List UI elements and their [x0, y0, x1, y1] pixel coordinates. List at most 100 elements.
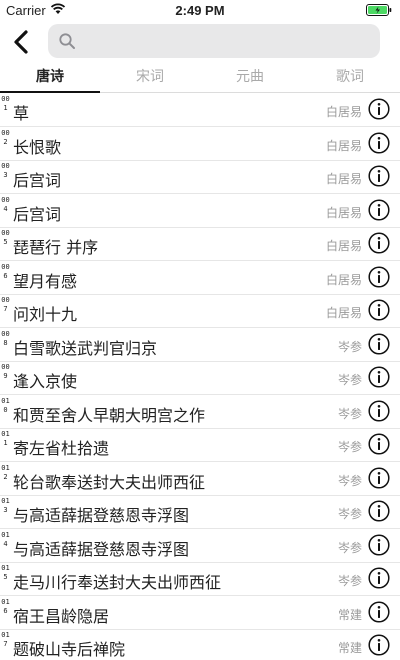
poem-index: 016 [1, 597, 10, 615]
search-input[interactable] [82, 24, 376, 60]
tab-tang-poems[interactable]: 唐诗 [0, 64, 100, 92]
poem-index: 015 [1, 564, 10, 581]
poem-row[interactable]: 012 轮台歌奉送封大夫出师西征 岑参 [0, 462, 400, 496]
poem-index: 009 [1, 363, 10, 380]
chevron-left-icon [14, 30, 28, 54]
poem-author: 白居易 [325, 306, 362, 320]
poem-row[interactable]: 006 望月有感 白居易 [0, 261, 400, 295]
poem-title: 逢入京使 [13, 372, 78, 391]
poem-index: 013 [1, 497, 10, 514]
poem-index: 008 [1, 329, 10, 347]
info-icon[interactable] [368, 165, 390, 187]
poem-author: 岑参 [337, 339, 362, 354]
info-icon[interactable] [368, 232, 390, 254]
poem-author: 岑参 [337, 373, 362, 387]
poem-title: 长恨歌 [13, 137, 62, 157]
category-tabs: 唐诗 宋词 元曲 歌词 [0, 64, 400, 93]
info-icon[interactable] [368, 500, 390, 522]
info-icon[interactable] [368, 131, 390, 154]
back-button[interactable] [8, 26, 34, 58]
poem-author: 白居易 [325, 239, 362, 253]
info-icon[interactable] [368, 567, 390, 589]
tab-yuan-qu[interactable]: 元曲 [200, 64, 300, 92]
poem-title: 寄左省杜拾遗 [13, 439, 110, 458]
poem-title: 问刘十九 [13, 305, 78, 324]
poem-title: 琵琶行 并序 [13, 238, 99, 257]
poem-author: 白居易 [325, 105, 362, 119]
poem-title: 与高适薛据登慈恩寺浮图 [13, 506, 190, 525]
poem-row[interactable]: 011 寄左省杜拾遗 岑参 [0, 428, 400, 462]
info-icon[interactable] [368, 399, 390, 422]
poem-title: 轮台歌奉送封大夫出师西征 [13, 472, 206, 492]
status-time: 2:49 PM [175, 3, 225, 18]
poem-index: 001 [1, 95, 10, 112]
poem-index: 017 [1, 631, 10, 648]
info-icon[interactable] [368, 98, 390, 120]
poem-index: 012 [1, 463, 10, 481]
poem-row[interactable]: 010 和贾至舍人早朝大明宫之作 岑参 [0, 395, 400, 429]
tab-song-ci[interactable]: 宋词 [100, 64, 200, 92]
poem-row[interactable]: 015 走马川行奉送封大夫出师西征 岑参 [0, 562, 400, 596]
poem-title: 与高适薛据登慈恩寺浮图 [13, 539, 190, 559]
poem-title: 走马川行奉送封大夫出师西征 [13, 573, 222, 592]
poem-author: 岑参 [337, 406, 362, 421]
poem-title: 后宫词 [13, 171, 62, 190]
poem-row[interactable]: 002 长恨歌 白居易 [0, 127, 400, 161]
info-icon[interactable] [368, 600, 390, 623]
poem-author: 白居易 [325, 172, 362, 186]
poem-title: 草 [13, 104, 30, 123]
poem-index: 006 [1, 262, 10, 280]
poem-title: 和贾至舍人早朝大明宫之作 [13, 405, 206, 425]
search-bar[interactable] [48, 24, 380, 60]
poem-title: 白雪歌送武判官归京 [13, 338, 158, 358]
poem-author: 岑参 [337, 574, 362, 588]
poem-row[interactable]: 001 草 白居易 [0, 93, 400, 127]
poem-row[interactable]: 003 后宫词 白居易 [0, 160, 400, 194]
status-bar: Carrier 2:49 PM [0, 0, 400, 20]
poem-index: 014 [1, 530, 10, 548]
poem-title: 望月有感 [13, 271, 78, 291]
poem-author: 常建 [337, 607, 362, 622]
poem-index: 002 [1, 128, 10, 146]
info-icon[interactable] [368, 299, 390, 321]
poem-author: 白居易 [325, 272, 362, 287]
poem-index: 007 [1, 296, 10, 313]
battery-icon [366, 4, 392, 20]
info-icon[interactable] [368, 433, 390, 455]
poem-author: 常建 [337, 641, 362, 655]
info-icon[interactable] [368, 634, 390, 656]
poem-author: 岑参 [337, 473, 362, 488]
poem-row[interactable]: 013 与高适薛据登慈恩寺浮图 岑参 [0, 495, 400, 529]
poem-title: 后宫词 [13, 204, 62, 224]
poem-author: 岑参 [337, 440, 362, 454]
info-icon[interactable] [368, 332, 390, 355]
poem-index: 003 [1, 162, 10, 179]
info-icon[interactable] [368, 265, 390, 288]
poem-author: 白居易 [325, 138, 362, 153]
search-icon [58, 32, 76, 54]
poem-row[interactable]: 007 问刘十九 白居易 [0, 294, 400, 328]
poem-index: 010 [1, 396, 10, 414]
info-icon[interactable] [368, 198, 390, 221]
poem-row[interactable]: 008 白雪歌送武判官归京 岑参 [0, 328, 400, 362]
nav-bar [0, 20, 400, 64]
poem-list[interactable]: 001 草白居易 002 长恨歌 白居易 003 后宫词 白居易 004 后宫词 白居易 005 琵琶行… [0, 93, 400, 660]
poem-author: 岑参 [337, 540, 362, 555]
poem-author: 岑参 [337, 507, 362, 521]
poem-row[interactable]: 017 题破山寺后禅院 常建 [0, 629, 400, 660]
poem-row[interactable]: 016 宿王昌龄隐居 常建 [0, 596, 400, 630]
poem-row[interactable]: 014 与高适薛据登慈恩寺浮图 岑参 [0, 529, 400, 563]
poem-title: 题破山寺后禅院 [13, 640, 126, 659]
info-icon[interactable] [368, 533, 390, 556]
poem-row[interactable]: 004 后宫词 白居易 [0, 194, 400, 228]
poem-title: 宿王昌龄隐居 [13, 606, 110, 626]
poem-index: 011 [1, 430, 10, 447]
poem-row[interactable]: 005 琵琶行 并序 白居易 [0, 227, 400, 261]
poem-row[interactable]: 009 逢入京使 岑参 [0, 361, 400, 395]
poem-author: 白居易 [325, 205, 362, 220]
poem-index: 004 [1, 195, 10, 213]
tab-lyrics[interactable]: 歌词 [300, 64, 400, 92]
info-icon[interactable] [368, 466, 390, 489]
info-icon[interactable] [368, 366, 390, 388]
poem-index: 005 [1, 229, 10, 246]
